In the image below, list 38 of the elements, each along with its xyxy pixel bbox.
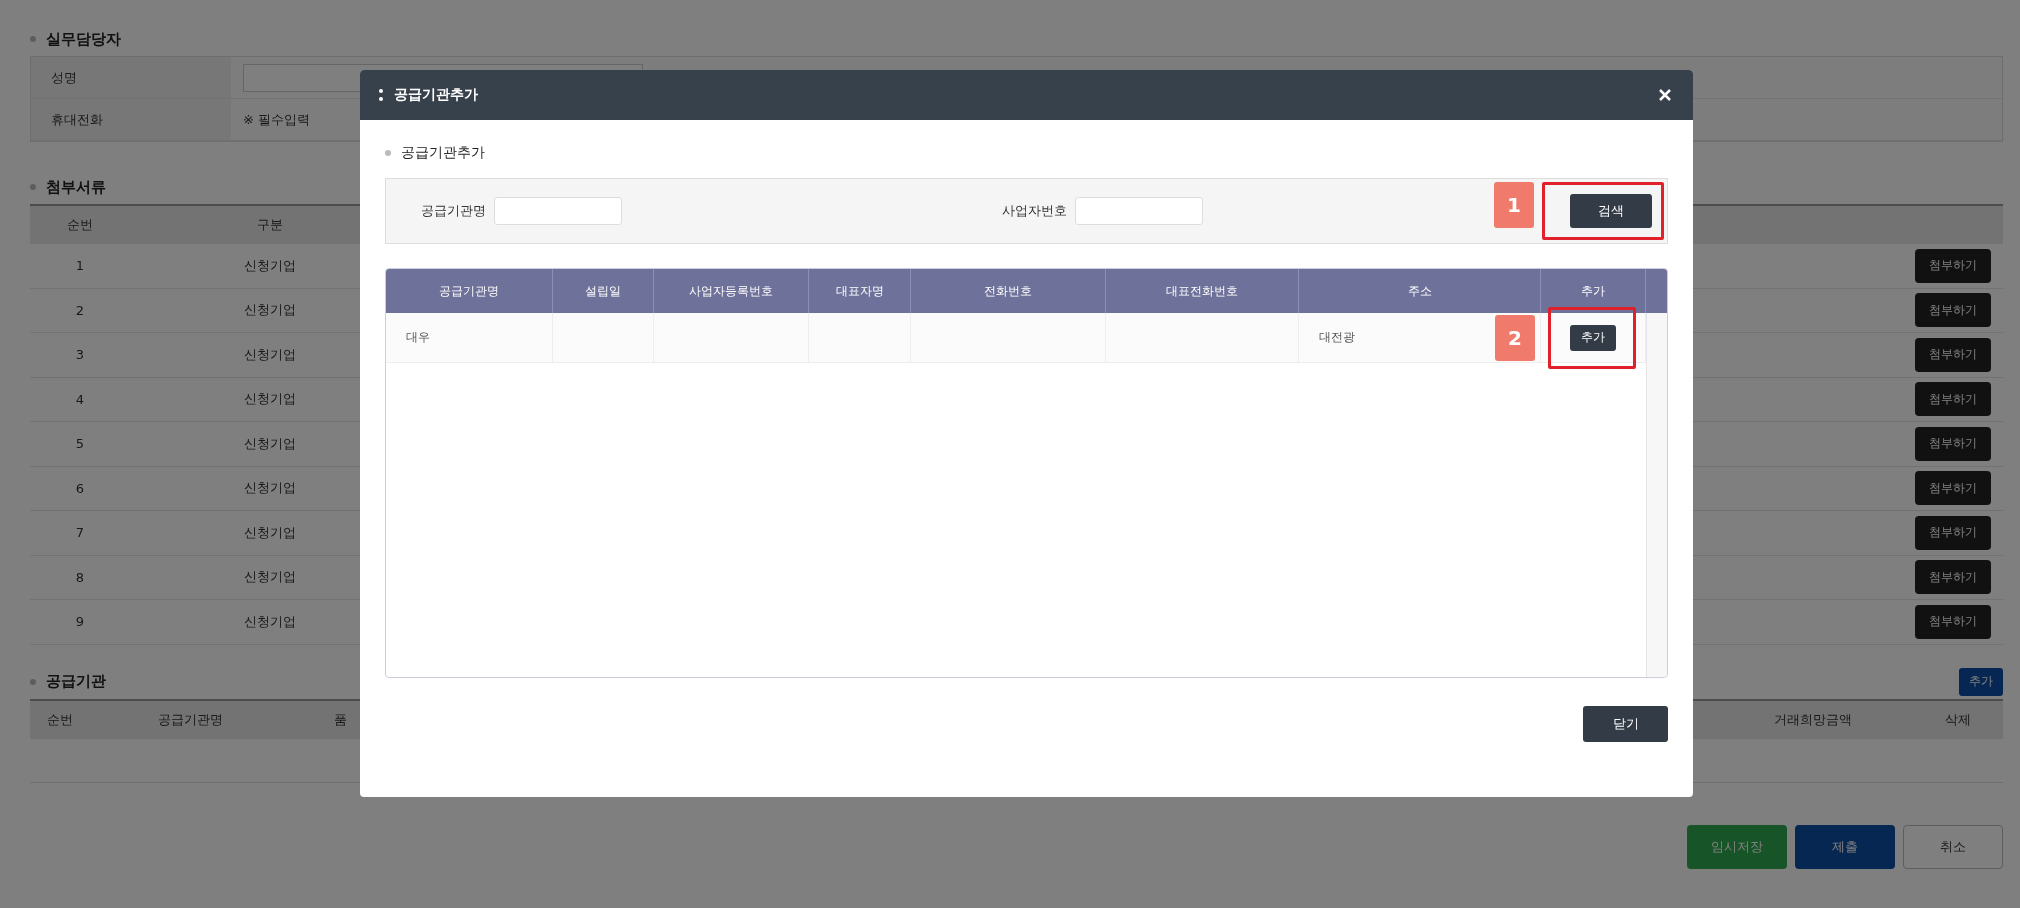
step-badge: 1 <box>1494 182 1534 228</box>
section-title: 공급기관 <box>46 672 106 691</box>
table-cell-text: 4 <box>74 391 86 407</box>
table-cell-text: 5 <box>74 436 86 452</box>
column-header: 삭제 <box>1944 710 1972 729</box>
section-title: 공급기관추가 <box>401 144 485 162</box>
column-header: 구분 <box>256 216 284 234</box>
table-cell-text: 신청기업 <box>243 479 297 498</box>
table-cell-text: 8 <box>74 569 86 585</box>
table-cell-text: 신청기업 <box>243 301 297 320</box>
field-label: 휴대전화 <box>31 99 231 140</box>
field-label: 사업자번호 <box>1002 202 1067 220</box>
table-cell-text: 2 <box>74 302 86 318</box>
table-cell-text: 1 <box>74 258 86 274</box>
field-label: 공급기관명 <box>421 202 486 220</box>
dialog-title: 공급기관추가 <box>394 86 478 104</box>
table-cell-text: 신청기업 <box>243 390 297 409</box>
table-cell: 대우 <box>386 313 553 362</box>
column-header: 순번 <box>66 216 94 234</box>
table-cell-text: 신청기업 <box>243 612 297 631</box>
table-cell-text: 6 <box>74 480 86 496</box>
section-title: 실무담당자 <box>46 29 121 49</box>
column-header: 공급기관명 <box>156 710 224 729</box>
table-cell-text: 신청기업 <box>243 256 297 275</box>
table-cell-text: 9 <box>74 614 86 630</box>
table-cell-text: 신청기업 <box>243 568 297 587</box>
section-title: 첨부서류 <box>46 177 106 197</box>
table-cell-text: 신청기업 <box>243 523 297 542</box>
field-value: ※ 필수입력 <box>243 110 311 129</box>
column-header: 순번 <box>46 710 74 729</box>
field-label: 성명 <box>31 57 231 98</box>
table-cell-text: 신청기업 <box>243 434 297 453</box>
column-header: 품 <box>332 710 348 729</box>
table-cell-text: 3 <box>74 347 86 363</box>
table-cell-text: 7 <box>74 525 86 541</box>
column-header: 거래희망금액 <box>1773 710 1853 729</box>
table-cell-text: 신청기업 <box>243 345 297 364</box>
step-badge: 2 <box>1495 314 1535 361</box>
